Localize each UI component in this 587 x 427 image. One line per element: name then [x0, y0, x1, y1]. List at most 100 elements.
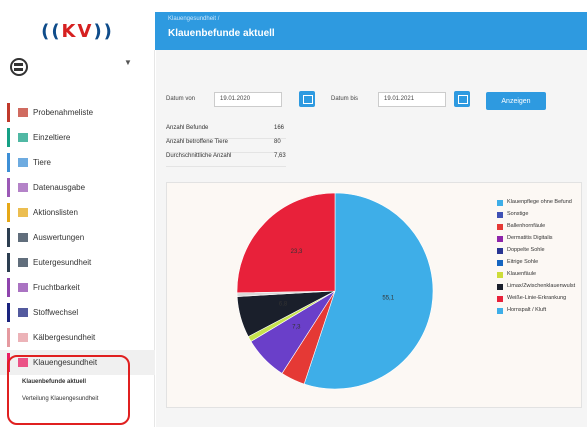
pie-slice[interactable] [236, 192, 336, 294]
anzeigen-button[interactable]: Anzeigen [486, 92, 546, 110]
legend-swatch [497, 247, 503, 254]
grid-icon [18, 133, 28, 142]
sidebar-color-bar [7, 328, 10, 347]
top-header: ((KV)) Klauengesundheit / Klauenbefunde … [0, 12, 587, 50]
sidebar-item-label: Stoffwechsel [33, 308, 79, 317]
sidebar-color-bar [7, 203, 10, 222]
sidebar-color-bar [7, 278, 10, 297]
table-icon [18, 233, 28, 242]
stat-row: Durchschnittliche Anzahl 7,63 [166, 153, 286, 167]
sidebar-color-bar [7, 228, 10, 247]
legend-label: Weiße-Linie-Erkrankung [507, 295, 567, 301]
legend-swatch [497, 283, 503, 290]
sidebar-subitem[interactable]: Klauenbefunde aktuell [0, 375, 155, 389]
pie-chart-panel: 55,1 7,3 6,8 23,3 Klauenpflege ohne Befund S… [166, 182, 582, 408]
sidebar-item-label: Einzeltiere [33, 133, 71, 142]
legend-item[interactable]: Ballenhornfäule [497, 223, 583, 230]
legend-swatch [497, 235, 503, 242]
legend-label: Ballenhornfäule [507, 223, 546, 229]
sidebar-item-label: Datenausgabe [33, 183, 86, 192]
table-icon [18, 183, 28, 192]
stats-table: Anzahl Befunde 166 Anzahl betroffene Tier… [166, 125, 286, 167]
legend-item[interactable]: Limax/Zwischenklauenwulst [497, 283, 583, 290]
legend-label: Hornspalt / Kluft [507, 307, 547, 313]
sidebar-item-label: Auswertungen [33, 233, 85, 242]
legend-swatch [497, 211, 503, 218]
legend-swatch [497, 223, 503, 230]
sidebar-color-bar [7, 103, 10, 122]
sidebar-item[interactable]: Klauengesundheit [0, 350, 155, 375]
page-title: Klauenbefunde aktuell [168, 28, 275, 39]
sidebar-item-label: Klauengesundheit [33, 358, 98, 367]
legend-swatch [497, 259, 503, 266]
legend-label: Klauenpflege ohne Befund [507, 199, 572, 205]
chart-legend: Klauenpflege ohne Befund Sonstige Ballenho… [497, 199, 583, 319]
rkv-logo[interactable]: ((KV)) [0, 12, 155, 50]
sidebar-item[interactable]: Kälbergesundheit [0, 325, 155, 350]
legend-label: Klauenfäule [507, 271, 537, 277]
diamond-icon [18, 308, 28, 317]
main-content: Datum von 19.01.2020 Datum bis 19.01.202… [156, 50, 587, 427]
calendar-from-icon[interactable] [299, 91, 315, 107]
calendar-to-icon[interactable] [454, 91, 470, 107]
legend-item[interactable]: Hornspalt / Kluft [497, 307, 583, 314]
legend-item[interactable]: Dermatitis Digitalis [497, 235, 583, 242]
breadcrumb[interactable]: Klauengesundheit / [168, 16, 219, 22]
sidebar-color-bar [7, 128, 10, 147]
legend-swatch [497, 295, 503, 302]
sidebar-item-label: Eutergesundheit [33, 258, 92, 267]
pie-chart: 55,1 7,3 6,8 23,3 [236, 192, 434, 390]
hoof-icon [18, 358, 28, 367]
legend-item[interactable]: Sonstige [497, 211, 583, 218]
sidebar-nav: Probenahmeliste Einzeltiere Tiere Datenausg… [0, 100, 155, 409]
line-chart-icon [18, 258, 28, 267]
app-window: ((KV)) Klauengesundheit / Klauenbefunde … [0, 0, 587, 427]
legend-item[interactable]: Weiße-Linie-Erkrankung [497, 295, 583, 302]
pie-slice-label: 23,3 [291, 249, 303, 255]
sidebar-color-bar [7, 353, 10, 372]
logo-right: )) [93, 20, 114, 42]
list-icon [18, 333, 28, 342]
user-icon[interactable] [10, 58, 28, 76]
legend-label: Eitrige Sohle [507, 259, 539, 265]
page-icon [18, 283, 28, 292]
sidebar-item[interactable]: Tiere [0, 150, 155, 175]
sidebar-item[interactable]: Stoffwechsel [0, 300, 155, 325]
sidebar-subitem[interactable]: Verteilung Klauengesundheit [0, 389, 155, 409]
sidebar-item-label: Fruchtbarkeit [33, 283, 80, 292]
sidebar: ▼ Probenahmeliste Einzeltiere Tiere Datenau… [0, 50, 155, 427]
legend-item[interactable]: Klauenfäule [497, 271, 583, 278]
legend-item[interactable]: Doppelte Sohle [497, 247, 583, 254]
date-to-label: Datum bis [331, 96, 359, 102]
sidebar-item[interactable]: Fruchtbarkeit [0, 275, 155, 300]
sidebar-item[interactable]: Aktionslisten [0, 200, 155, 225]
sidebar-item[interactable]: Auswertungen [0, 225, 155, 250]
user-menu[interactable]: ▼ [0, 50, 154, 90]
stat-row: Anzahl betroffene Tiere 80 [166, 139, 286, 153]
legend-item[interactable]: Eitrige Sohle [497, 259, 583, 266]
sidebar-item[interactable]: Eutergesundheit [0, 250, 155, 275]
logo-brand: KV [61, 20, 94, 42]
pie-slice-label: 6,8 [279, 301, 288, 307]
sidebar-color-bar [7, 153, 10, 172]
sidebar-item[interactable]: Datenausgabe [0, 175, 155, 200]
legend-label: Limax/Zwischenklauenwulst [507, 283, 576, 289]
sidebar-color-bar [7, 178, 10, 197]
sidebar-item-label: Tiere [33, 158, 51, 167]
legend-swatch [497, 199, 503, 206]
sidebar-color-bar [7, 253, 10, 272]
sidebar-item[interactable]: Einzeltiere [0, 125, 155, 150]
date-from-input[interactable]: 19.01.2020 [214, 92, 282, 107]
sidebar-item-label: Probenahmeliste [33, 108, 94, 117]
stat-row: Anzahl Befunde 166 [166, 125, 286, 139]
calendar-icon [18, 208, 28, 217]
sidebar-item[interactable]: Probenahmeliste [0, 100, 155, 125]
date-to-input[interactable]: 19.01.2021 [378, 92, 446, 107]
sidebar-item-label: Kälbergesundheit [33, 333, 96, 342]
legend-item[interactable]: Klauenpflege ohne Befund [497, 199, 583, 206]
gear-icon [18, 158, 28, 167]
pie-slice-label: 7,3 [292, 325, 301, 331]
legend-label: Dermatitis Digitalis [507, 235, 553, 241]
legend-label: Doppelte Sohle [507, 247, 545, 253]
caret-down-icon[interactable]: ▼ [124, 58, 132, 67]
